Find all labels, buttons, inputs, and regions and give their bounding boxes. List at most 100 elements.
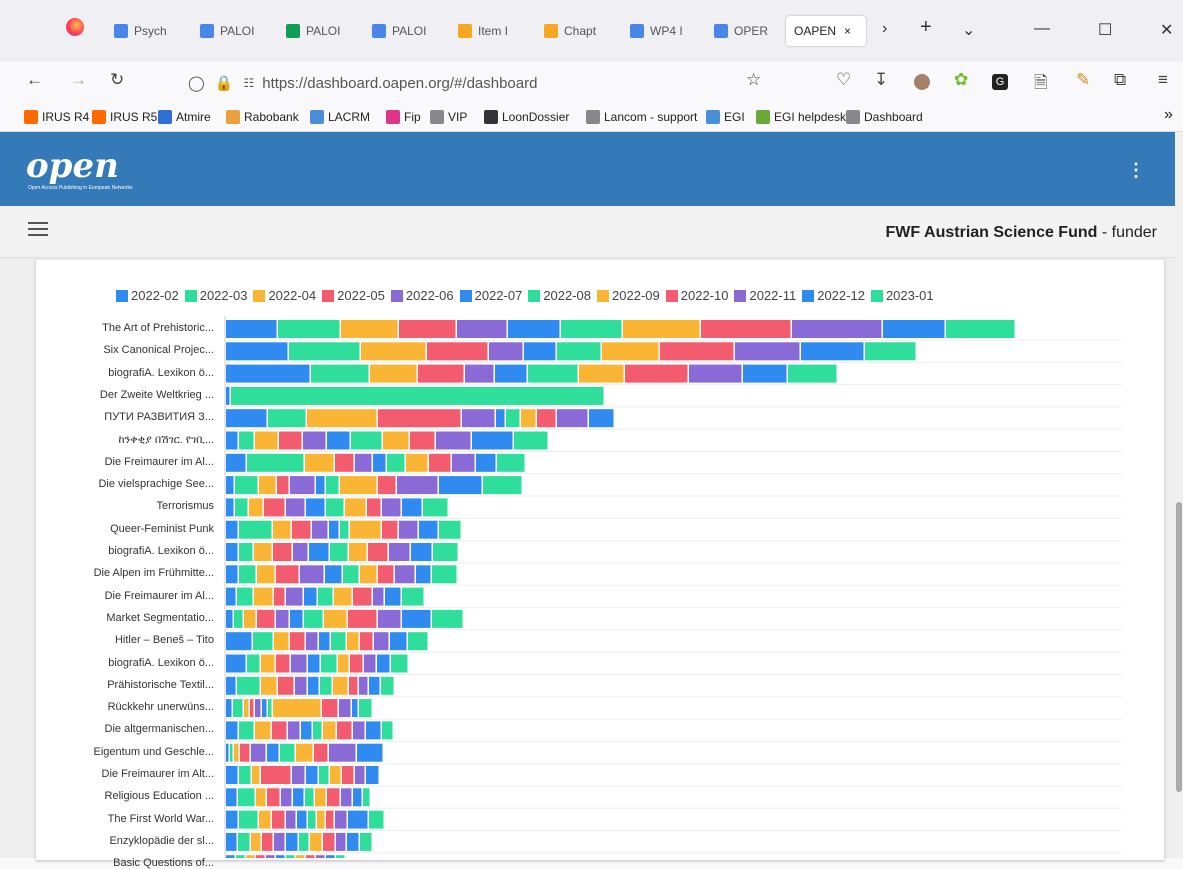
bar-segment[interactable]: [363, 788, 370, 807]
bar-segment[interactable]: [226, 609, 233, 628]
bar-segment[interactable]: [316, 476, 325, 495]
bar-segment[interactable]: [226, 498, 234, 517]
bar-segment[interactable]: [452, 453, 475, 472]
bar-segment[interactable]: [313, 721, 322, 740]
bar-segment[interactable]: [230, 743, 233, 762]
scrollbar-thumb[interactable]: [1176, 502, 1182, 792]
bar-segment[interactable]: [310, 832, 322, 851]
bar-segment[interactable]: [508, 320, 560, 338]
bar-segment[interactable]: [239, 543, 253, 561]
bar-segment[interactable]: [324, 609, 347, 628]
bar-segment[interactable]: [383, 431, 409, 450]
bar-segment[interactable]: [226, 409, 267, 428]
bar-segment[interactable]: [234, 609, 243, 628]
bar-segment[interactable]: [240, 743, 250, 762]
bar-segment[interactable]: [378, 609, 401, 628]
bar-segment[interactable]: [419, 520, 438, 539]
bar-segment[interactable]: [410, 431, 435, 450]
bar-segment[interactable]: [304, 587, 317, 606]
bar-segment[interactable]: [537, 409, 556, 428]
bar-segment[interactable]: [360, 832, 372, 851]
bar-segment[interactable]: [306, 632, 318, 651]
bar-segment[interactable]: [250, 699, 254, 718]
bar-segment[interactable]: [350, 520, 381, 539]
bar-segment[interactable]: [345, 498, 366, 517]
bar-segment[interactable]: [231, 386, 604, 405]
bar-segment[interactable]: [252, 766, 260, 784]
bar-segment[interactable]: [235, 476, 258, 495]
bar-segment[interactable]: [319, 632, 330, 651]
bar-segment[interactable]: [273, 520, 291, 539]
bar-segment[interactable]: [340, 520, 349, 539]
bar-segment[interactable]: [327, 788, 340, 807]
bar-segment[interactable]: [402, 498, 422, 517]
bar-segment[interactable]: [292, 520, 311, 539]
bar-segment[interactable]: [330, 543, 348, 561]
bar-segment[interactable]: [301, 721, 312, 740]
bar-segment[interactable]: [267, 743, 279, 762]
bar-segment[interactable]: [360, 632, 373, 651]
bar-segment[interactable]: [521, 409, 536, 428]
bar-segment[interactable]: [423, 498, 448, 517]
bar-segment[interactable]: [341, 788, 352, 807]
bar-segment[interactable]: [402, 587, 424, 606]
bar-segment[interactable]: [439, 476, 482, 495]
bar-segment[interactable]: [331, 632, 346, 651]
bar-segment[interactable]: [387, 453, 405, 472]
bar-segment[interactable]: [579, 364, 624, 383]
bar-segment[interactable]: [361, 342, 426, 361]
bar-segment[interactable]: [341, 320, 398, 338]
bar-segment[interactable]: [247, 453, 304, 472]
bar-segment[interactable]: [390, 632, 407, 651]
bar-segment[interactable]: [489, 342, 523, 361]
bar-segment[interactable]: [436, 431, 471, 450]
bar-segment[interactable]: [226, 543, 238, 561]
bar-segment[interactable]: [343, 565, 359, 584]
bar-segment[interactable]: [408, 632, 428, 651]
bar-segment[interactable]: [273, 543, 292, 561]
bar-segment[interactable]: [226, 587, 236, 606]
bar-segment[interactable]: [239, 431, 254, 450]
bar-segment[interactable]: [239, 721, 254, 740]
bar-segment[interactable]: [338, 654, 349, 673]
bar-segment[interactable]: [378, 476, 396, 495]
bar-segment[interactable]: [276, 565, 299, 584]
bar-segment[interactable]: [297, 810, 307, 829]
bar-segment[interactable]: [333, 676, 348, 695]
bar-segment[interactable]: [366, 766, 379, 784]
bar-segment[interactable]: [735, 342, 800, 361]
bar-segment[interactable]: [289, 342, 360, 361]
bar-segment[interactable]: [429, 453, 451, 472]
bar-segment[interactable]: [262, 699, 267, 718]
bar-segment[interactable]: [366, 721, 381, 740]
bar-segment[interactable]: [391, 654, 408, 673]
bar-segment[interactable]: [406, 453, 428, 472]
bar-segment[interactable]: [351, 431, 382, 450]
bar-segment[interactable]: [226, 766, 238, 784]
bar-segment[interactable]: [397, 476, 438, 495]
bar-segment[interactable]: [286, 810, 296, 829]
bar-segment[interactable]: [348, 609, 377, 628]
bar-segment[interactable]: [254, 587, 273, 606]
bar-segment[interactable]: [319, 766, 329, 784]
bar-segment[interactable]: [318, 587, 333, 606]
bar-segment[interactable]: [347, 632, 359, 651]
bar-segment[interactable]: [350, 654, 363, 673]
bar-segment[interactable]: [347, 832, 359, 851]
bar-segment[interactable]: [305, 788, 314, 807]
bar-segment[interactable]: [378, 409, 461, 428]
bar-segment[interactable]: [433, 543, 458, 561]
bar-segment[interactable]: [883, 320, 945, 338]
bar-segment[interactable]: [353, 721, 365, 740]
bar-segment[interactable]: [602, 342, 659, 361]
bar-segment[interactable]: [327, 431, 350, 450]
bar-segment[interactable]: [290, 476, 315, 495]
bar-segment[interactable]: [226, 654, 246, 673]
bar-segment[interactable]: [382, 721, 393, 740]
bar-segment[interactable]: [411, 543, 432, 561]
bar-segment[interactable]: [323, 721, 336, 740]
bar-segment[interactable]: [288, 721, 300, 740]
bar-segment[interactable]: [689, 364, 742, 383]
bar-segment[interactable]: [278, 320, 340, 338]
bar-segment[interactable]: [326, 476, 339, 495]
